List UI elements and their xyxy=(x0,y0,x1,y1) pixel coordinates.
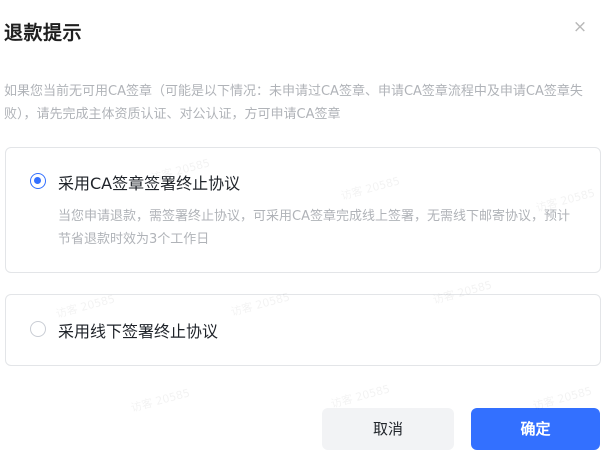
watermark: 访客 20585 xyxy=(329,382,392,411)
refund-dialog: 退款提示 × 如果您当前无可用CA签章（可能是以下情况：未申请过CA签章、申请C… xyxy=(0,0,613,466)
option-label: 采用CA签章签署终止协议 xyxy=(58,174,241,193)
option-label: 采用线下签署终止协议 xyxy=(58,322,219,341)
confirm-button[interactable]: 确定 xyxy=(471,408,600,450)
option-ca-signature[interactable]: 采用CA签章签署终止协议 当您申请退款，需签署终止协议，可采用CA签章完成线上签… xyxy=(5,147,601,273)
notice-text: 如果您当前无可用CA签章（可能是以下情况：未申请过CA签章、申请CA签章流程中及… xyxy=(4,84,583,122)
radio-checked-icon[interactable] xyxy=(30,173,46,189)
watermark: 访客 20585 xyxy=(129,386,192,415)
dialog-title: 退款提示 xyxy=(4,22,83,44)
option-description: 当您申请退款，需签署终止协议，可采用CA签章完成线上签署，无需线下邮寄协议，预计… xyxy=(58,209,570,247)
radio-unchecked-icon[interactable] xyxy=(30,321,46,337)
close-icon[interactable]: × xyxy=(569,16,591,38)
cancel-button[interactable]: 取消 xyxy=(322,408,454,450)
option-offline-signature[interactable]: 采用线下签署终止协议 xyxy=(5,294,601,366)
